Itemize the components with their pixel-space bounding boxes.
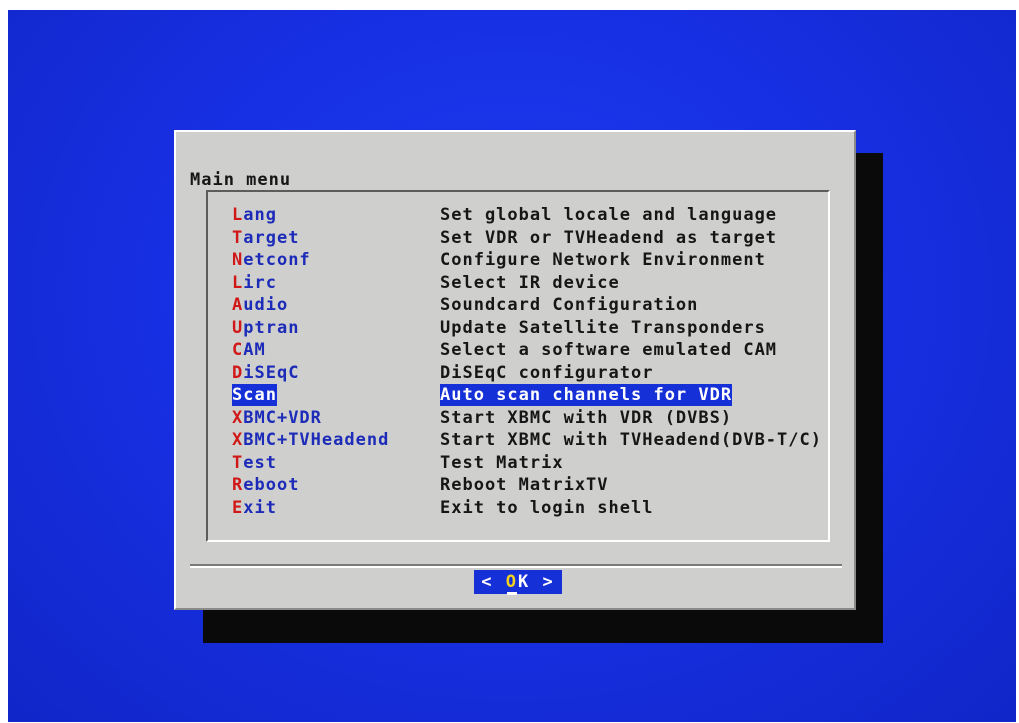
menu-item-description: Configure Network Environment xyxy=(440,250,766,270)
main-menu-dialog: Main menu Lang Set global locale and lan… xyxy=(174,130,856,610)
dialog-title: Main menu xyxy=(190,170,292,190)
hotkey-letter: E xyxy=(232,497,244,518)
menu-item-tag: Lirc xyxy=(232,272,277,294)
hotkey-letter: L xyxy=(232,205,244,225)
menu-item-description: Set VDR or TVHeadend as target xyxy=(440,227,778,248)
menu-item-tag: CAM xyxy=(232,339,266,361)
tag-rest: AM xyxy=(243,340,266,360)
menu-item-description: Set global locale and language xyxy=(440,205,778,225)
text-cursor xyxy=(507,592,517,595)
menu-item-tag: Exit xyxy=(232,497,277,519)
menu-item-description: Reboot MatrixTV xyxy=(440,475,609,495)
hotkey-letter: T xyxy=(232,452,244,473)
menu-item-description: Start XBMC with VDR (DVBS) xyxy=(440,407,733,428)
tag-rest: irc xyxy=(243,272,277,293)
tag-rest: ang xyxy=(243,205,277,225)
tag-rest: eboot xyxy=(243,475,300,495)
hotkey-letter: L xyxy=(232,272,244,293)
button-divider xyxy=(190,564,842,568)
ok-label-rest: K xyxy=(518,572,531,592)
menu-item-tag: Audio xyxy=(232,294,288,316)
tag-rest: ptran xyxy=(243,317,300,338)
tag-rest: est xyxy=(243,452,277,473)
hotkey-letter: R xyxy=(232,475,244,495)
tag-rest: BMC+TVHeadend xyxy=(243,430,390,450)
ok-hotkey-letter: O xyxy=(505,572,518,592)
menu-item-description: Test Matrix xyxy=(440,452,564,473)
tag-rest: can xyxy=(243,385,277,405)
hotkey-letter: D xyxy=(232,362,244,383)
menu-item-description: Update Satellite Transponders xyxy=(440,317,766,338)
tag-rest: etconf xyxy=(243,250,311,270)
menu-list: Lang Set global locale and language Targ… xyxy=(206,190,830,542)
menu-item-tag: DiSEqC xyxy=(232,362,299,384)
menu-item-description: Select a software emulated CAM xyxy=(440,340,778,360)
menu-item-description: DiSEqC configurator xyxy=(440,362,654,383)
hotkey-letter: U xyxy=(232,317,244,338)
hotkey-letter: S xyxy=(232,385,244,405)
menu-item-tag: XBMC+VDR xyxy=(232,407,322,429)
menu-item-description: Start XBMC with TVHeadend(DVB-T/C) xyxy=(440,430,822,450)
tag-rest: iSEqC xyxy=(243,362,300,383)
menu-item-tag: XBMC+TVHeadend xyxy=(232,429,389,451)
tag-rest: arget xyxy=(243,227,300,248)
hotkey-letter: C xyxy=(232,340,244,360)
ok-right-bracket: > xyxy=(542,572,555,592)
menu-item-description: Auto scan channels for VDR xyxy=(440,384,733,406)
ok-button[interactable]: < OK > xyxy=(474,570,562,594)
menu-item-description: Select IR device xyxy=(440,272,620,293)
menu-item-tag: Test xyxy=(232,452,277,474)
menu-item-tag: Uptran xyxy=(232,317,299,339)
hotkey-letter: X xyxy=(232,407,244,428)
ok-left-bracket: < xyxy=(481,572,494,592)
tag-rest: udio xyxy=(243,295,289,315)
menu-item-description: Soundcard Configuration xyxy=(440,295,699,315)
menu-item-description: Exit to login shell xyxy=(440,497,654,518)
hotkey-letter: A xyxy=(232,295,244,315)
tag-rest: BMC+VDR xyxy=(243,407,322,428)
hotkey-letter: X xyxy=(232,430,244,450)
hotkey-letter: T xyxy=(232,227,244,248)
menu-item-tag: Target xyxy=(232,227,299,249)
hotkey-letter: N xyxy=(232,250,244,270)
menu-item-tag: Scan xyxy=(232,384,277,406)
tag-rest: xit xyxy=(243,497,277,518)
menu-item-tag: Netconf xyxy=(232,249,311,271)
menu-item-tag: Lang xyxy=(232,204,277,226)
menu-item-tag: Reboot xyxy=(232,474,299,496)
